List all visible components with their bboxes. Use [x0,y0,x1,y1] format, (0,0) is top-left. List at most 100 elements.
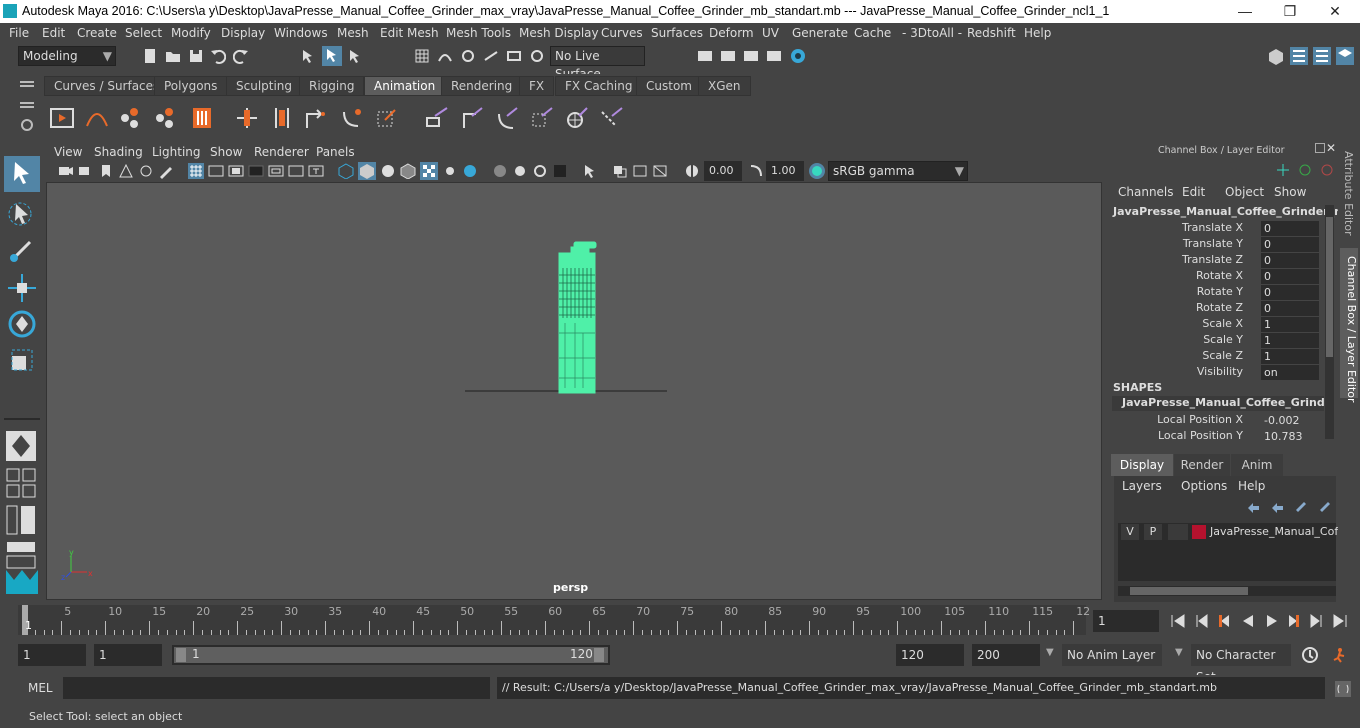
layer-menu-layers[interactable]: Layers [1122,479,1162,493]
range-slider[interactable]: 1 120 [172,645,610,665]
lasso-tool-icon[interactable] [6,198,38,230]
trax-editor-icon[interactable] [120,106,144,130]
viewport-menu-panels[interactable]: Panels [316,145,355,159]
layer-tab-render[interactable]: Render [1174,454,1230,476]
menu-edit[interactable]: Edit [42,26,65,40]
shelf-menu-icon[interactable] [20,100,34,114]
image-plane-icon[interactable] [118,163,134,179]
snap-surface-icon[interactable] [506,48,522,64]
aim-constraint-icon[interactable] [565,106,589,130]
menu-cache[interactable]: Cache [854,26,891,40]
four-view-layout-icon[interactable] [6,468,36,498]
wireframe-on-shaded-icon[interactable] [400,163,416,179]
range-slider-start-grip[interactable] [176,648,186,662]
shelf-tab-xgen[interactable]: XGen [698,76,751,96]
speed-icon[interactable] [1298,163,1312,177]
animation-end-field[interactable]: 200 [972,644,1040,666]
paint-select-tool-icon[interactable] [6,234,38,266]
save-scene-icon[interactable] [188,48,204,64]
script-editor-icon[interactable] [1334,680,1352,698]
channel-value[interactable]: 1 [1261,333,1319,348]
point-constraint-icon[interactable] [460,106,484,130]
side-tab-channel-box[interactable]: Channel Box / Layer Editor [1340,248,1358,403]
snap-point-icon[interactable] [460,48,476,64]
2d-pan-zoom-icon[interactable] [138,163,154,179]
channel-value[interactable]: 0 [1261,285,1319,300]
persp-outliner-layout-icon[interactable] [6,505,36,535]
move-layer-up-icon[interactable] [1246,500,1260,514]
motion-blur-icon[interactable] [512,163,528,179]
default-material-icon[interactable] [380,163,396,179]
menu-display[interactable]: Display [221,26,265,40]
shelf-tab-fx-caching[interactable]: FX Caching [555,76,643,96]
viewport-menu-shading[interactable]: Shading [94,145,143,159]
layer-menu-options[interactable]: Options [1181,479,1227,493]
new-layer-selected-icon[interactable] [1318,500,1332,514]
step-forward-frame-icon[interactable] [1308,613,1324,629]
viewport-menu-lighting[interactable]: Lighting [152,145,201,159]
layer-menu-help[interactable]: Help [1238,479,1265,493]
scale-constraint-icon[interactable] [530,106,554,130]
perspective-viewport[interactable]: x y z persp [46,182,1102,600]
auto-key-icon[interactable] [1301,646,1319,664]
live-surface-field[interactable]: No Live Surface [550,46,645,81]
depth-of-field-icon[interactable] [552,163,568,179]
shelf-tab-curves-surfaces[interactable]: Curves / Surfaces [44,76,170,96]
layer-playback-toggle[interactable]: P [1144,524,1162,540]
menu-windows[interactable]: Windows [274,26,328,40]
channel-value[interactable]: 1 [1261,349,1319,364]
scale-tool-icon[interactable] [6,344,38,376]
ik-handle-icon[interactable] [340,106,364,130]
select-hierarchy-icon[interactable] [300,48,316,64]
pole-vector-constraint-icon[interactable] [600,106,624,130]
time-editor-icon[interactable] [190,106,214,130]
render-settings-icon[interactable] [697,48,713,64]
bookmark-icon[interactable] [98,163,114,179]
channel-value[interactable]: 0 [1261,269,1319,284]
undo-icon[interactable] [210,48,226,64]
channel-row[interactable]: Local Position X -0.002 [1108,413,1323,429]
snap-grid-icon[interactable] [414,48,430,64]
shelf-tab-fx[interactable]: FX [519,76,555,96]
channel-row[interactable]: Scale Y 1 [1108,333,1323,349]
exposure-icon[interactable] [684,163,700,179]
graph-editor-icon[interactable] [85,106,109,130]
move-layer-down-icon[interactable] [1270,500,1284,514]
cb-menu-edit[interactable]: Edit [1182,185,1205,199]
layer-tab-display[interactable]: Display [1111,454,1173,476]
channel-row[interactable]: Translate Z 0 [1108,253,1323,269]
dope-sheet-icon[interactable] [155,106,179,130]
channel-row[interactable]: Local Position Y 10.783 [1108,429,1323,445]
parent-constraint-icon[interactable] [425,106,449,130]
channel-row[interactable]: Visibility on [1108,365,1323,381]
menu-create[interactable]: Create [77,26,117,40]
playback-end-field[interactable]: 120 [896,644,964,666]
command-result-field[interactable]: // Result: C:/Users/a y/Desktop/JavaPres… [497,677,1325,699]
channel-row[interactable]: Translate Y 0 [1108,237,1323,253]
current-frame-field[interactable]: 1 [1093,610,1159,632]
new-layer-icon[interactable] [1294,500,1308,514]
resolution-gate-icon[interactable] [228,163,244,179]
shelf-settings-gear-icon[interactable] [20,118,34,132]
menu-surfaces[interactable]: Surfaces [651,26,703,40]
color-management-toggle-icon[interactable] [808,162,826,180]
viewport-menu-show[interactable]: Show [210,145,242,159]
shelf-tab-polygons[interactable]: Polygons [154,76,228,96]
channel-row[interactable]: Rotate Z 0 [1108,301,1323,317]
menu-redshift[interactable]: Redshift [967,26,1016,40]
menu-mesh-display[interactable]: Mesh Display [519,26,599,40]
layer-visibility-toggle[interactable]: V [1121,524,1139,540]
orient-constraint-icon[interactable] [495,106,519,130]
menu-help[interactable]: Help [1024,26,1051,40]
close-button[interactable]: ✕ [1320,2,1350,20]
gamma-icon[interactable] [748,163,764,179]
move-tool-icon[interactable] [6,272,38,304]
step-back-key-icon[interactable] [1216,613,1232,629]
grid-toggle-icon[interactable] [188,163,204,179]
mel-label[interactable]: MEL [28,681,53,695]
channel-row[interactable]: Rotate X 0 [1108,269,1323,285]
menu-3dtoall[interactable]: - 3DtoAll - [902,26,962,40]
channel-value[interactable]: on [1261,365,1319,380]
range-slider-handle[interactable] [174,647,608,663]
manipulator-icon[interactable] [1276,163,1290,177]
